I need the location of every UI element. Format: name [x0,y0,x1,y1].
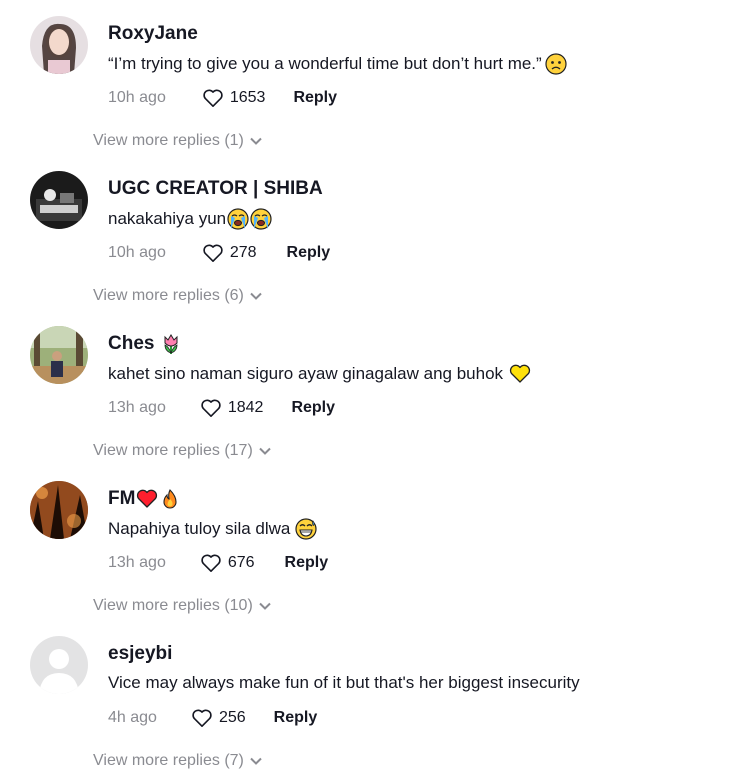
like-button[interactable]: 256 [191,708,246,728]
yellow-heart-icon [509,363,531,385]
heart-outline-icon [201,554,221,572]
comment-body: “I’m trying to give you a wonderful time… [108,54,542,73]
avatar[interactable] [30,636,88,694]
timestamp: 10h ago [108,89,166,106]
comment-body: kahet sino naman siguro ayaw ginagalaw a… [108,364,504,383]
view-more-replies-button[interactable]: View more replies (1) [93,132,262,150]
username[interactable]: FM [108,488,181,510]
comment-item: esjeybi Vice may always make fun of it b… [0,620,750,775]
chevron-down-icon [250,757,262,765]
like-button[interactable]: 1653 [202,88,266,108]
comment-text: “I’m trying to give you a wonderful time… [108,53,567,75]
comment-text: Napahiya tuloy sila dlwa [108,518,317,540]
username[interactable]: Ches [108,333,182,355]
grinning-sweat-face-icon [295,518,317,540]
comment-body: nakakahiya yun [108,209,227,228]
timestamp: 4h ago [108,709,157,726]
default-avatar-icon [30,636,88,694]
comment-meta: 13h ago 676 Reply [108,552,328,574]
view-more-label: View more replies (1) [93,132,244,149]
comment-text: nakakahiya yun [108,208,272,230]
reply-button[interactable]: Reply [291,399,335,417]
chevron-down-icon [259,602,271,610]
tulip-icon [160,333,182,355]
view-more-replies-button[interactable]: View more replies (10) [93,597,271,615]
heart-outline-icon [201,399,221,417]
view-more-replies-button[interactable]: View more replies (6) [93,287,262,305]
reply-button[interactable]: Reply [293,89,337,107]
user-avatar-photo [30,16,88,74]
view-more-label: View more replies (10) [93,597,253,614]
like-count: 1842 [227,399,264,416]
avatar[interactable] [30,171,88,229]
avatar[interactable] [30,326,88,384]
username-text: esjeybi [108,643,173,664]
avatar[interactable] [30,16,88,74]
reply-button[interactable]: Reply [285,554,329,572]
comment-body: Napahiya tuloy sila dlwa [108,519,291,538]
comment-body: Vice may always make fun of it but that'… [108,673,580,692]
comment-item: RoxyJane “I’m trying to give you a wonde… [0,0,750,155]
view-more-label: View more replies (17) [93,442,253,459]
comment-meta: 10h ago 1653 Reply [108,87,337,109]
comment-item: FM Napahiya tuloy sila dlwa 13h ago 676 … [0,465,750,620]
heart-outline-icon [203,89,223,107]
like-button[interactable]: 1842 [200,398,264,418]
timestamp: 13h ago [108,399,166,416]
comment-item: Ches kahet sino naman siguro ayaw ginaga… [0,310,750,465]
loudly-crying-face-icon [227,208,249,230]
heart-outline-icon [192,709,212,727]
chevron-down-icon [250,292,262,300]
username[interactable]: esjeybi [108,643,172,665]
user-avatar-photo [30,481,88,539]
user-avatar-photo [30,326,88,384]
username-text: RoxyJane [108,23,198,44]
timestamp: 13h ago [108,554,166,571]
red-heart-icon [136,488,158,510]
avatar[interactable] [30,481,88,539]
like-count: 278 [229,244,257,261]
view-more-label: View more replies (7) [93,752,244,769]
username[interactable]: UGC CREATOR | SHIBA [108,178,323,200]
comment-item: UGC CREATOR | SHIBA nakakahiya yun 10h a… [0,155,750,310]
worried-face-icon [545,53,567,75]
comment-list: RoxyJane “I’m trying to give you a wonde… [0,0,750,775]
comment-text: kahet sino naman siguro ayaw ginagalaw a… [108,363,531,385]
view-more-replies-button[interactable]: View more replies (7) [93,752,262,770]
comment-text: Vice may always make fun of it but that'… [108,673,580,693]
view-more-replies-button[interactable]: View more replies (17) [93,442,271,460]
like-count: 256 [218,709,246,726]
fire-icon [159,488,181,510]
view-more-label: View more replies (6) [93,287,244,304]
like-count: 1653 [229,89,266,106]
username-text: Ches [108,333,155,354]
chevron-down-icon [259,447,271,455]
username-text: FM [108,488,136,509]
username-text: UGC CREATOR | SHIBA [108,178,323,199]
reply-button[interactable]: Reply [274,709,318,727]
comment-meta: 13h ago 1842 Reply [108,397,335,419]
like-button[interactable]: 278 [202,243,257,263]
heart-outline-icon [203,244,223,262]
chevron-down-icon [250,137,262,145]
like-count: 676 [227,554,255,571]
username[interactable]: RoxyJane [108,23,198,45]
user-avatar-photo [30,171,88,229]
timestamp: 10h ago [108,244,166,261]
like-button[interactable]: 676 [200,553,255,573]
reply-button[interactable]: Reply [287,244,331,262]
loudly-crying-face-icon [250,208,272,230]
comment-meta: 10h ago 278 Reply [108,242,330,264]
comment-meta: 4h ago 256 Reply [108,707,317,729]
